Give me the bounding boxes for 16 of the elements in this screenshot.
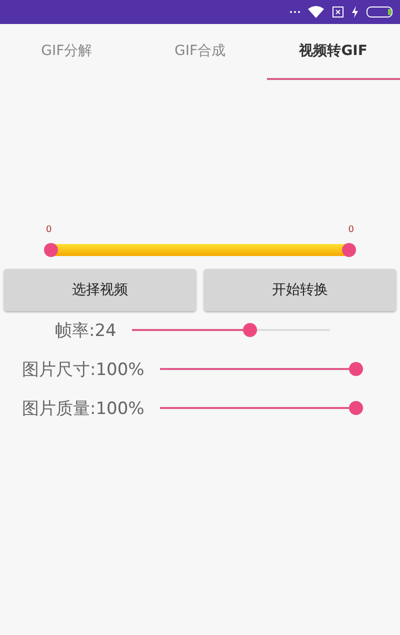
slider-label: 图片尺寸:100% <box>22 358 144 380</box>
action-button[interactable]: 选择视频 <box>4 269 196 311</box>
sim-icon <box>332 6 344 18</box>
slider[interactable] <box>132 323 330 337</box>
battery-icon <box>366 6 394 18</box>
slider-label: 帧率:24 <box>55 320 116 342</box>
end-value: 0 <box>348 225 354 235</box>
wifi-icon <box>308 6 324 18</box>
slider[interactable] <box>160 401 363 415</box>
bolt-icon <box>352 6 358 18</box>
tab[interactable]: 视频转GIF <box>266 24 400 80</box>
slider[interactable] <box>160 362 363 376</box>
action-button[interactable]: 开始转换 <box>204 269 396 311</box>
start-value: 0 <box>46 225 52 235</box>
slider-label: 图片质量:100% <box>22 398 144 420</box>
range-slider[interactable] <box>44 244 356 256</box>
